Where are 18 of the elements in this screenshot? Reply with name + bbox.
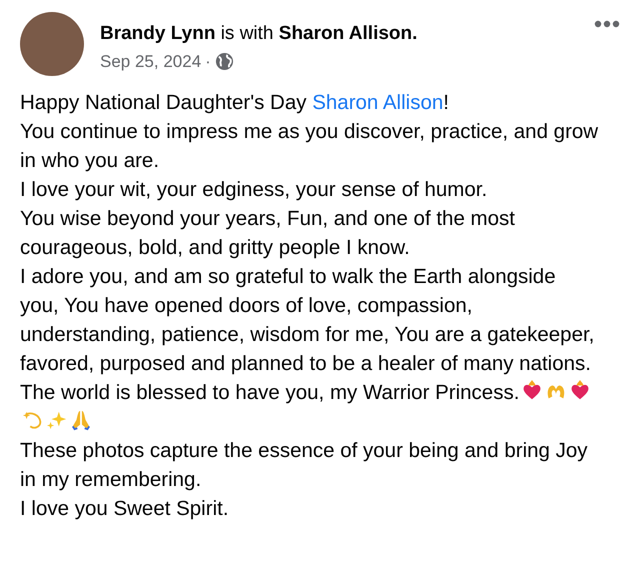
with-text: is with: [220, 23, 274, 44]
post-text: You wise beyond your years, Fun, and one of the most courageous, bold, and gritty people I know.: [20, 206, 516, 261]
post-text: You continue to impress me as you discover, practice, and grow in who you are.: [20, 119, 600, 174]
post-text: I love you Sweet Spirit.: [20, 496, 230, 522]
praying-hands-icon: [70, 409, 92, 431]
post-date[interactable]: Sep 25, 2024: [100, 48, 202, 74]
post-text: Happy National Daughter's Day Sharon Allison!: [20, 90, 450, 116]
tagged-name[interactable]: Sharon Allison.: [278, 23, 418, 44]
more-options-icon[interactable]: [594, 20, 620, 28]
author-name[interactable]: Brandy Lynn: [100, 23, 216, 44]
post-text: The world is blessed to have you, my Warrior Princess.: [20, 378, 600, 436]
meta-separator: ·: [205, 50, 211, 72]
globe-icon: [214, 52, 234, 71]
sparkles-icon: [46, 409, 68, 431]
mention-link[interactable]: Sharon Allison: [312, 91, 444, 114]
post-text: These photos capture the essence of your being and bring Joy in my remembering.: [20, 438, 589, 493]
post-text: I love your wit, your edginess, your sense of humor.: [20, 177, 488, 203]
post-text: I adore you, and am so grateful to walk the Earth alongside you, You have opened doors of love, compassion, understanding, patience, wisdom for me, You are a gatekeeper, favored, purposed and planned to be a healer of many nations.: [20, 264, 596, 377]
